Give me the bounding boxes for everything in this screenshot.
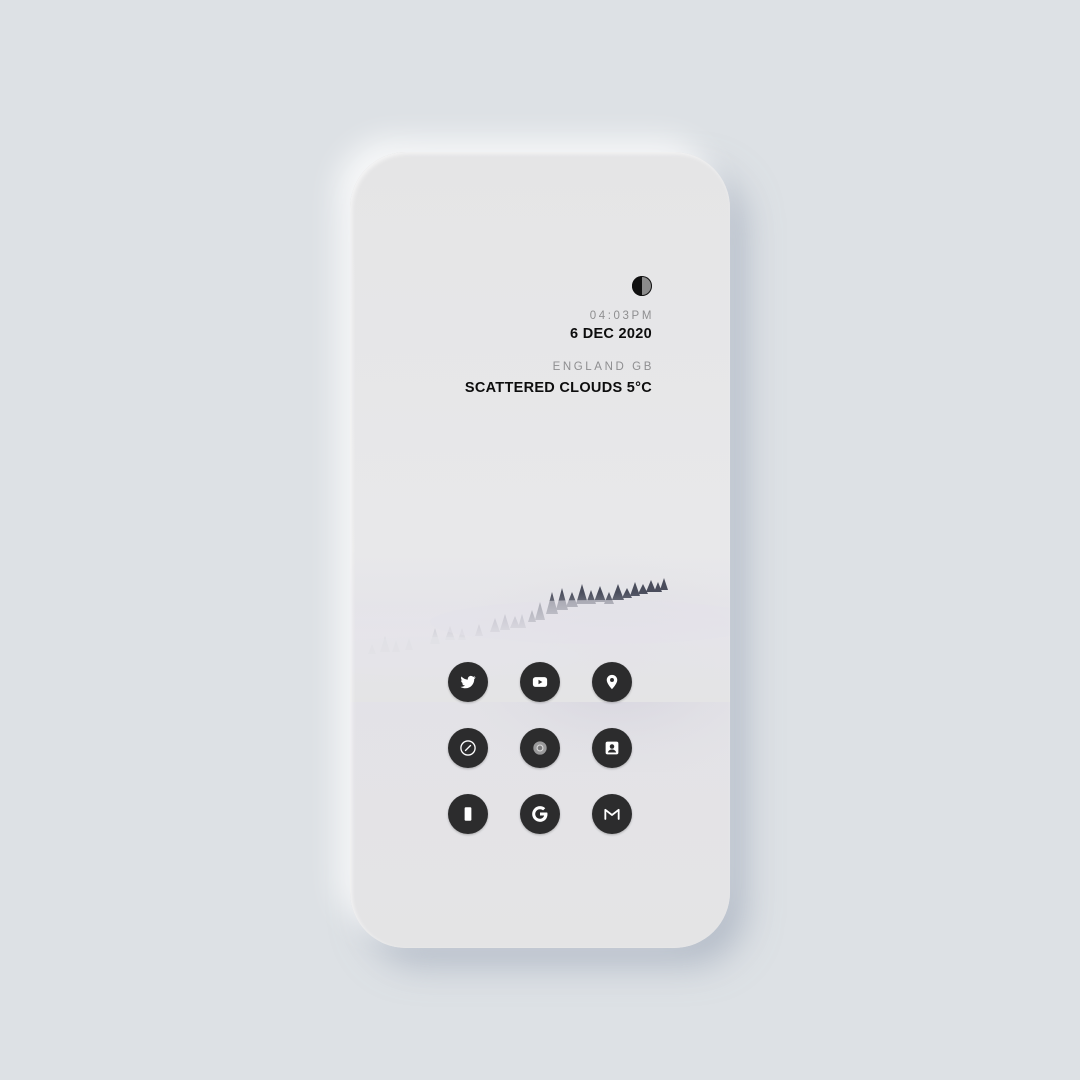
google-icon — [532, 806, 548, 822]
weather-location[interactable]: ENGLAND GB — [553, 361, 654, 373]
app-youtube[interactable] — [520, 662, 560, 702]
phone-icon — [464, 807, 472, 821]
youtube-icon — [532, 677, 548, 687]
app-maps[interactable] — [592, 662, 632, 702]
clock-date[interactable]: 6 DEC 2020 — [570, 326, 652, 342]
compass-icon — [460, 740, 476, 756]
stage: 04:03PM 6 DEC 2020 ENGLAND GB SCATTERED … — [0, 0, 1080, 1080]
app-gmail[interactable] — [592, 794, 632, 834]
app-google[interactable] — [520, 794, 560, 834]
app-chrome[interactable] — [520, 728, 560, 768]
maps-pin-icon — [606, 674, 618, 690]
app-twitter[interactable] — [448, 662, 488, 702]
app-contacts[interactable] — [592, 728, 632, 768]
moon-phase-icon — [632, 276, 652, 296]
app-phone[interactable] — [448, 794, 488, 834]
clock-time[interactable]: 04:03PM — [590, 310, 654, 322]
phone-screen: 04:03PM 6 DEC 2020 ENGLAND GB SCATTERED … — [350, 152, 730, 948]
weather-conditions[interactable]: SCATTERED CLOUDS 5°C — [465, 380, 652, 396]
chrome-icon — [533, 741, 547, 755]
gmail-icon — [604, 808, 620, 820]
contacts-icon — [605, 741, 619, 755]
twitter-icon — [460, 675, 476, 689]
app-compass[interactable] — [448, 728, 488, 768]
